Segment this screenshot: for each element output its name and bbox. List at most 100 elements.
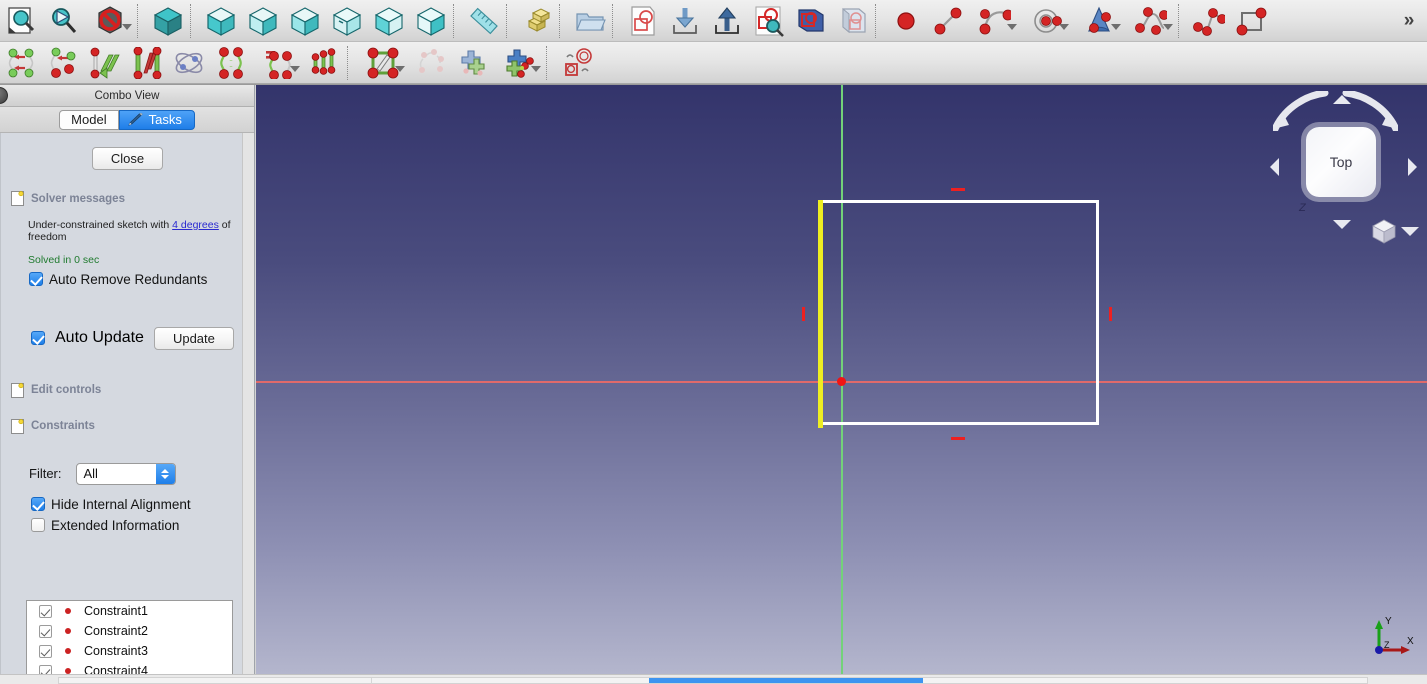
constrain-tangent-button[interactable] xyxy=(168,42,210,84)
nav-up-arrow-icon[interactable] xyxy=(1333,95,1351,104)
constraints-list[interactable]: Constraint1 Constraint2 Constraint3 Constra… xyxy=(26,600,233,684)
nav-right-arrow-icon[interactable] xyxy=(1408,158,1417,176)
create-point-button[interactable] xyxy=(885,0,927,42)
constraint-checkbox[interactable] xyxy=(39,624,52,638)
dof-link[interactable]: 4 degrees xyxy=(172,219,219,231)
section-header-solver-messages[interactable]: Solver messages xyxy=(1,190,254,207)
import-sketch-button[interactable] xyxy=(664,0,706,42)
constrain-parallel-button[interactable] xyxy=(126,42,168,84)
auto-update-checkbox[interactable] xyxy=(31,331,45,346)
filter-select[interactable]: All xyxy=(75,462,176,485)
axonometric-view-button[interactable] xyxy=(147,0,189,42)
fit-all-button[interactable] xyxy=(0,0,42,42)
scrollbar-thumb[interactable] xyxy=(649,678,923,683)
create-arc-button[interactable] xyxy=(969,0,1021,42)
sketch-rectangle[interactable] xyxy=(819,200,1099,425)
open-folder-icon xyxy=(574,5,606,37)
navcube-face-top[interactable]: Top xyxy=(1306,127,1376,197)
view-section-button[interactable] xyxy=(790,0,832,42)
chevron-down-icon[interactable] xyxy=(531,65,541,72)
rear-view-button[interactable] xyxy=(326,0,368,42)
create-conic-button[interactable] xyxy=(1073,0,1125,42)
chevron-down-icon[interactable] xyxy=(1007,23,1017,30)
trim-edge-icon xyxy=(414,47,446,79)
constrain-equal-button[interactable] xyxy=(210,42,252,84)
constraint-list-item[interactable]: Constraint3 xyxy=(27,641,232,661)
toggle-construction-button[interactable] xyxy=(357,42,409,84)
reorient-sketch-button[interactable] xyxy=(832,0,874,42)
create-bspline-button[interactable] xyxy=(1125,0,1177,42)
measure-ruler-button[interactable] xyxy=(463,0,505,42)
tab-model[interactable]: Model xyxy=(59,109,119,130)
panel-scrollbar[interactable] xyxy=(242,133,254,684)
constraint-checkbox[interactable] xyxy=(39,604,52,618)
top-view-button[interactable] xyxy=(242,0,284,42)
nav-corner-cube-icon[interactable] xyxy=(1371,218,1397,244)
switch-virtual-space-button[interactable] xyxy=(556,42,598,84)
filter-selected-value: All xyxy=(83,466,98,482)
trim-edge-button[interactable] xyxy=(409,42,451,84)
constrain-vertical-distance-button[interactable] xyxy=(84,42,126,84)
right-view-button[interactable] xyxy=(284,0,326,42)
constrain-point-on-object-button[interactable] xyxy=(42,42,84,84)
open-folder-button[interactable] xyxy=(569,0,611,42)
clone-sketch-button[interactable] xyxy=(451,42,493,84)
panel-close-icon[interactable] xyxy=(0,87,8,104)
horizontal-constraint-marker[interactable] xyxy=(951,188,965,191)
view-section-icon xyxy=(795,5,827,37)
export-sketch-button[interactable] xyxy=(706,0,748,42)
nav-left-arrow-icon[interactable] xyxy=(1270,158,1279,176)
auto-remove-redundants-row[interactable]: Auto Remove Redundants xyxy=(1,272,254,287)
constrain-point-on-object-icon xyxy=(47,47,79,79)
close-button[interactable]: Close xyxy=(91,147,164,170)
constrain-equal-icon xyxy=(215,46,247,79)
sketch-tools-button[interactable] xyxy=(493,42,545,84)
constrain-coincident-button[interactable] xyxy=(0,42,42,84)
constrain-symmetric-button[interactable] xyxy=(252,42,304,84)
toolbar-overflow-button[interactable]: » xyxy=(1395,7,1423,35)
create-line-button[interactable] xyxy=(927,0,969,42)
nav-down-arrow-icon[interactable] xyxy=(1333,220,1351,229)
horizontal-scrollbar[interactable] xyxy=(58,677,1368,684)
section-header-edit-controls[interactable]: Edit controls xyxy=(1,382,254,399)
chevron-down-icon[interactable] xyxy=(290,65,300,72)
view-sketch-button[interactable] xyxy=(748,0,790,42)
extended-information-checkbox[interactable] xyxy=(31,518,45,533)
hide-internal-alignment-row[interactable]: Hide Internal Alignment xyxy=(1,497,254,512)
3d-viewport[interactable]: Top Z Y X Z xyxy=(256,85,1427,674)
front-view-button[interactable] xyxy=(200,0,242,42)
constraint-checkbox[interactable] xyxy=(39,644,52,658)
vertical-constraint-marker[interactable] xyxy=(1109,307,1112,321)
navigation-cube[interactable]: Top Z xyxy=(1253,87,1419,247)
create-polyline-button[interactable] xyxy=(1188,0,1230,42)
draw-style-no-shading-button[interactable] xyxy=(84,0,136,42)
vertical-constraint-marker[interactable] xyxy=(802,307,805,321)
chevron-down-icon[interactable] xyxy=(122,23,132,30)
constraint-list-item[interactable]: Constraint1 xyxy=(27,601,232,621)
chevron-down-icon[interactable] xyxy=(395,65,405,72)
horizontal-constraint-marker[interactable] xyxy=(951,437,965,440)
create-circle-button[interactable] xyxy=(1021,0,1073,42)
auto-remove-redundants-checkbox[interactable] xyxy=(29,272,43,287)
sketch-origin-point[interactable] xyxy=(837,377,846,386)
chevron-down-icon[interactable] xyxy=(1059,23,1069,30)
section-header-constraints[interactable]: Constraints xyxy=(1,418,254,435)
left-view-button[interactable] xyxy=(410,0,452,42)
bottom-view-button[interactable] xyxy=(368,0,410,42)
sketch-selected-edge[interactable] xyxy=(818,200,823,428)
chevron-updown-icon[interactable] xyxy=(155,463,175,484)
hide-internal-alignment-checkbox[interactable] xyxy=(31,497,45,512)
create-polyline-icon xyxy=(1193,5,1225,37)
fit-selection-button[interactable] xyxy=(42,0,84,42)
part-blocks-button[interactable] xyxy=(516,0,558,42)
extended-information-row[interactable]: Extended Information xyxy=(1,518,254,533)
navcube-dropdown-arrow-icon[interactable] xyxy=(1401,227,1419,236)
update-button[interactable]: Update xyxy=(153,326,234,350)
constraint-list-item[interactable]: Constraint2 xyxy=(27,621,232,641)
create-rectangle-button[interactable] xyxy=(1230,0,1272,42)
chevron-down-icon[interactable] xyxy=(1111,23,1121,30)
new-sketch-button[interactable] xyxy=(622,0,664,42)
constrain-block-button[interactable] xyxy=(304,42,346,84)
chevron-down-icon[interactable] xyxy=(1163,23,1173,30)
tab-tasks[interactable]: Tasks xyxy=(118,109,195,130)
